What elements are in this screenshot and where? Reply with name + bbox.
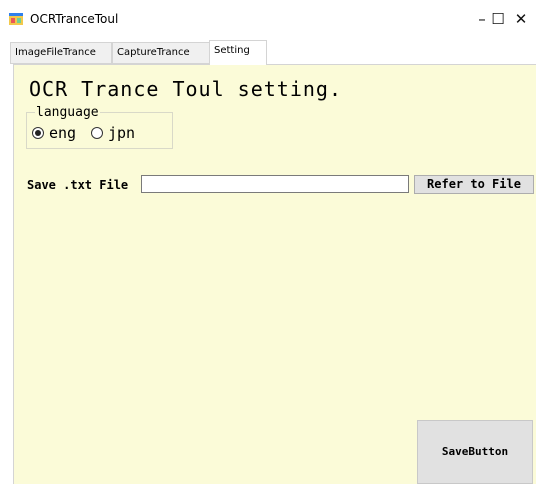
save-button[interactable]: SaveButton — [417, 420, 533, 484]
radio-jpn[interactable]: jpn — [91, 124, 135, 142]
tab-image-file-trance[interactable]: ImageFileTrance — [10, 42, 112, 64]
radio-eng[interactable]: eng — [32, 124, 76, 142]
page-title: OCR Trance Toul setting. — [29, 77, 342, 101]
app-icon — [9, 13, 23, 25]
tab-setting[interactable]: Setting — [209, 40, 267, 65]
radio-checked-icon[interactable] — [32, 127, 44, 139]
save-path-input[interactable] — [141, 175, 409, 193]
setting-panel: OCR Trance Toul setting. language eng jp… — [13, 64, 536, 484]
tab-capture-trance[interactable]: CaptureTrance — [112, 42, 210, 64]
window-title: OCRTranceToul — [30, 12, 119, 26]
save-txt-file-label: Save .txt File — [27, 178, 129, 192]
refer-to-file-button[interactable]: Refer to File — [414, 175, 534, 194]
radio-eng-label: eng — [49, 124, 77, 142]
language-legend: language — [35, 105, 100, 120]
radio-unchecked-icon[interactable] — [91, 127, 103, 139]
language-group: language eng jpn — [26, 105, 173, 149]
app-window: OCRTranceToul – ☐ ✕ ImageFileTrance Capt… — [0, 0, 536, 484]
title-bar: OCRTranceToul – ☐ ✕ — [0, 0, 536, 38]
close-button[interactable]: ✕ — [506, 8, 536, 30]
radio-jpn-label: jpn — [108, 124, 136, 142]
